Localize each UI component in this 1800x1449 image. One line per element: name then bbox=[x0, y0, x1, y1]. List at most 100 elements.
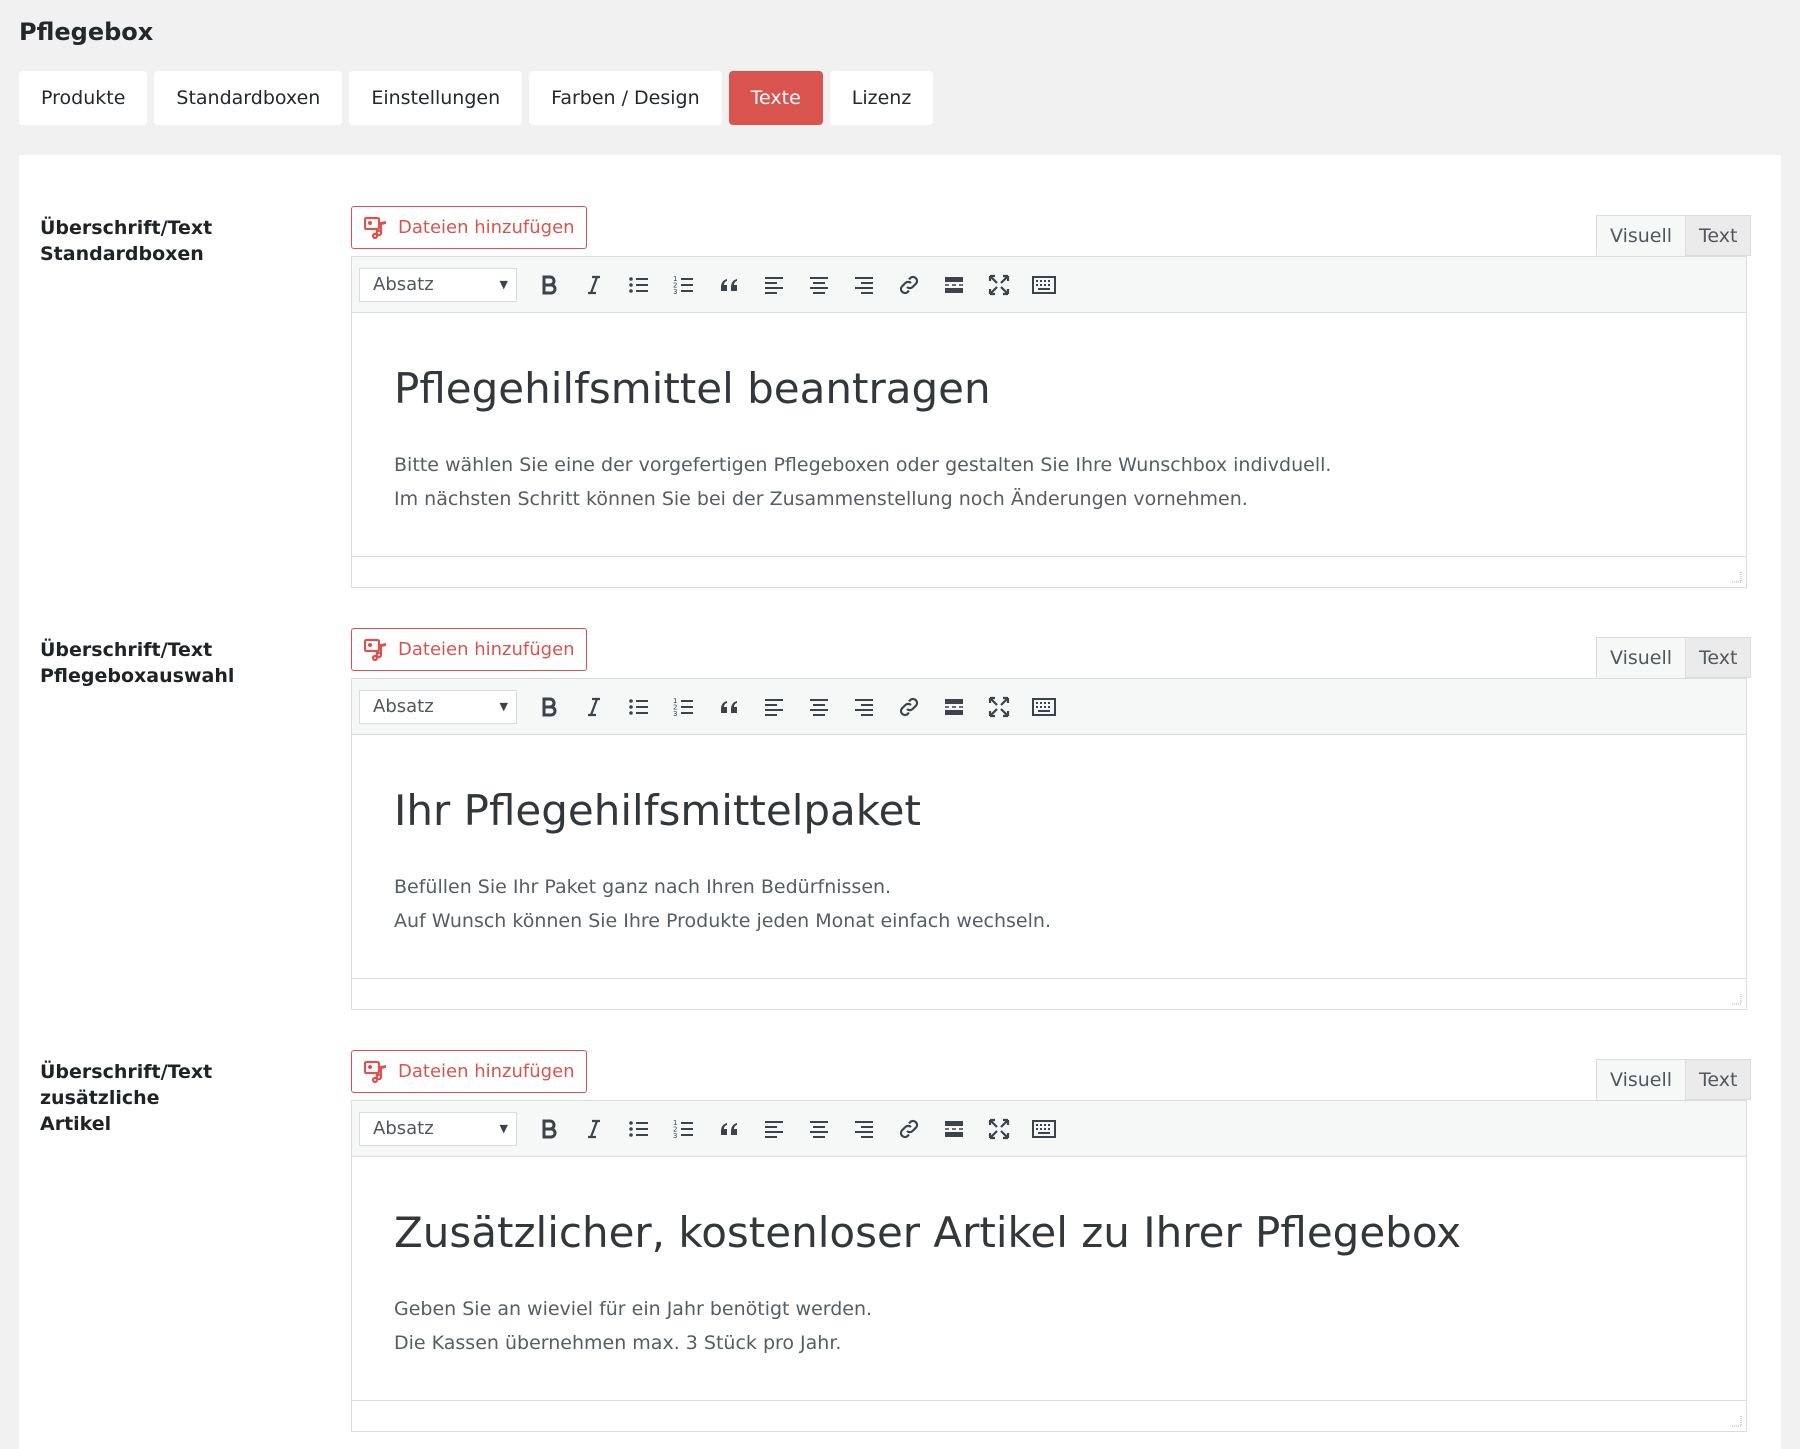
align-right-icon bbox=[854, 698, 873, 716]
align-center-button[interactable] bbox=[796, 687, 841, 727]
tab-farben-design[interactable]: Farben / Design bbox=[529, 71, 722, 125]
fullscreen-button[interactable] bbox=[976, 265, 1021, 305]
align-right-button[interactable] bbox=[841, 687, 886, 727]
blockquote-icon bbox=[720, 278, 737, 291]
link-button[interactable] bbox=[886, 265, 931, 305]
field-label-line1: Überschrift/Text zusätzliche bbox=[40, 1061, 213, 1109]
align-right-button[interactable] bbox=[841, 1109, 886, 1149]
add-media-label: Dateien hinzufügen bbox=[398, 1061, 575, 1082]
align-left-icon bbox=[764, 698, 783, 716]
fullscreen-icon bbox=[988, 1118, 1009, 1139]
format-select[interactable]: Absatz ▼ bbox=[359, 689, 517, 724]
link-button[interactable] bbox=[886, 687, 931, 727]
blockquote-button[interactable] bbox=[706, 265, 751, 305]
editor-content[interactable]: Zusätzlicher, kostenloser Artikel zu Ihr… bbox=[352, 1158, 1746, 1398]
svg-text:3: 3 bbox=[673, 1132, 677, 1140]
format-select-value: Absatz bbox=[373, 1118, 434, 1139]
tab-lizenz[interactable]: Lizenz bbox=[829, 71, 934, 125]
tab-produkte[interactable]: Produkte bbox=[19, 71, 148, 125]
numbered-list-button[interactable]: 123 bbox=[661, 1109, 706, 1149]
bold-icon bbox=[542, 275, 556, 294]
toolbar-toggle-button[interactable] bbox=[1021, 1109, 1066, 1149]
numbered-list-button[interactable]: 123 bbox=[661, 687, 706, 727]
format-select-value: Absatz bbox=[373, 274, 434, 295]
toolbar-toggle-button[interactable] bbox=[1021, 265, 1066, 305]
read-more-button[interactable] bbox=[931, 687, 976, 727]
editor-row: Überschrift/Text zusätzliche Artikel Dat… bbox=[19, 999, 1781, 1432]
format-select[interactable]: Absatz ▼ bbox=[359, 1111, 517, 1146]
link-button[interactable] bbox=[886, 1109, 931, 1149]
visual-mode-tab[interactable]: Visuell bbox=[1596, 637, 1687, 678]
bold-button[interactable] bbox=[526, 265, 571, 305]
svg-text:3: 3 bbox=[673, 710, 677, 718]
align-right-icon bbox=[854, 276, 873, 294]
italic-button[interactable] bbox=[571, 687, 616, 727]
fullscreen-button[interactable] bbox=[976, 687, 1021, 727]
media-icon bbox=[364, 1060, 386, 1083]
format-select-value: Absatz bbox=[373, 696, 434, 717]
read-more-icon bbox=[944, 698, 963, 715]
text-mode-tab[interactable]: Text bbox=[1685, 1059, 1752, 1100]
text-mode-tab[interactable]: Text bbox=[1685, 215, 1752, 256]
editor-statusbar bbox=[352, 1400, 1746, 1431]
resize-handle-icon[interactable] bbox=[1729, 1414, 1743, 1428]
bold-button[interactable] bbox=[526, 1109, 571, 1149]
italic-icon bbox=[587, 1119, 600, 1138]
italic-button[interactable] bbox=[571, 265, 616, 305]
format-select[interactable]: Absatz ▼ bbox=[359, 267, 517, 302]
align-right-button[interactable] bbox=[841, 265, 886, 305]
align-center-button[interactable] bbox=[796, 265, 841, 305]
fullscreen-button[interactable] bbox=[976, 1109, 1021, 1149]
add-media-button[interactable]: Dateien hinzufügen bbox=[351, 628, 587, 671]
content-heading: Zusätzlicher, kostenloser Artikel zu Ihr… bbox=[394, 1208, 1462, 1257]
bold-icon bbox=[542, 697, 556, 716]
tab-standardboxen[interactable]: Standardboxen bbox=[154, 71, 343, 125]
add-media-button[interactable]: Dateien hinzufügen bbox=[351, 1050, 587, 1093]
blockquote-button[interactable] bbox=[706, 1109, 751, 1149]
visual-mode-tab[interactable]: Visuell bbox=[1596, 1059, 1687, 1100]
align-center-icon bbox=[809, 1120, 828, 1138]
editor-content[interactable]: Ihr Pflegehilfsmittelpaket Befüllen Sie … bbox=[352, 736, 1746, 976]
tab-texte[interactable]: Texte bbox=[728, 71, 823, 125]
read-more-button[interactable] bbox=[931, 265, 976, 305]
numbered-list-icon: 123 bbox=[673, 275, 693, 296]
bulleted-list-button[interactable] bbox=[616, 1109, 661, 1149]
visual-mode-tab[interactable]: Visuell bbox=[1596, 215, 1687, 256]
read-more-button[interactable] bbox=[931, 1109, 976, 1149]
editor-toolbar: Absatz ▼ 123 bbox=[352, 679, 1746, 735]
toolbar-toggle-button[interactable] bbox=[1021, 687, 1066, 727]
content-heading: Pflegehilfsmittel beantragen bbox=[394, 364, 991, 413]
numbered-list-button[interactable]: 123 bbox=[661, 265, 706, 305]
align-left-button[interactable] bbox=[751, 687, 796, 727]
link-icon bbox=[899, 275, 918, 294]
add-media-label: Dateien hinzufügen bbox=[398, 639, 575, 660]
tab-einstellungen[interactable]: Einstellungen bbox=[349, 71, 523, 125]
align-center-button[interactable] bbox=[796, 1109, 841, 1149]
field-label-line1: Überschrift/Text bbox=[40, 639, 213, 661]
blockquote-icon bbox=[720, 700, 737, 713]
align-left-button[interactable] bbox=[751, 265, 796, 305]
blockquote-button[interactable] bbox=[706, 687, 751, 727]
editor-content[interactable]: Pflegehilfsmittel beantragen Bitte wähle… bbox=[352, 314, 1746, 554]
rich-text-editor: Absatz ▼ 123 bbox=[351, 1100, 1747, 1432]
bulleted-list-button[interactable] bbox=[616, 687, 661, 727]
numbered-list-icon: 123 bbox=[673, 697, 693, 718]
editor-row: Überschrift/Text Pflegeboxauswahl Dateie… bbox=[19, 577, 1781, 1010]
field-label: Überschrift/Text Pflegeboxauswahl bbox=[40, 637, 330, 689]
toolbar-toggle-icon bbox=[1031, 697, 1056, 716]
toolbar-toggle-icon bbox=[1031, 275, 1056, 294]
numbered-list-icon: 123 bbox=[673, 1119, 693, 1140]
settings-panel: Überschrift/Text Standardboxen Dateien h… bbox=[19, 155, 1781, 1449]
align-left-button[interactable] bbox=[751, 1109, 796, 1149]
read-more-icon bbox=[944, 1120, 963, 1137]
italic-button[interactable] bbox=[571, 1109, 616, 1149]
chevron-down-icon: ▼ bbox=[499, 278, 508, 291]
bold-button[interactable] bbox=[526, 687, 571, 727]
add-media-button[interactable]: Dateien hinzufügen bbox=[351, 206, 587, 249]
text-mode-tab[interactable]: Text bbox=[1685, 637, 1752, 678]
bulleted-list-button[interactable] bbox=[616, 265, 661, 305]
align-right-icon bbox=[854, 1120, 873, 1138]
field-label-line2: Standardboxen bbox=[40, 243, 204, 265]
align-center-icon bbox=[809, 276, 828, 294]
editor-toolbar: Absatz ▼ 123 bbox=[352, 257, 1746, 313]
